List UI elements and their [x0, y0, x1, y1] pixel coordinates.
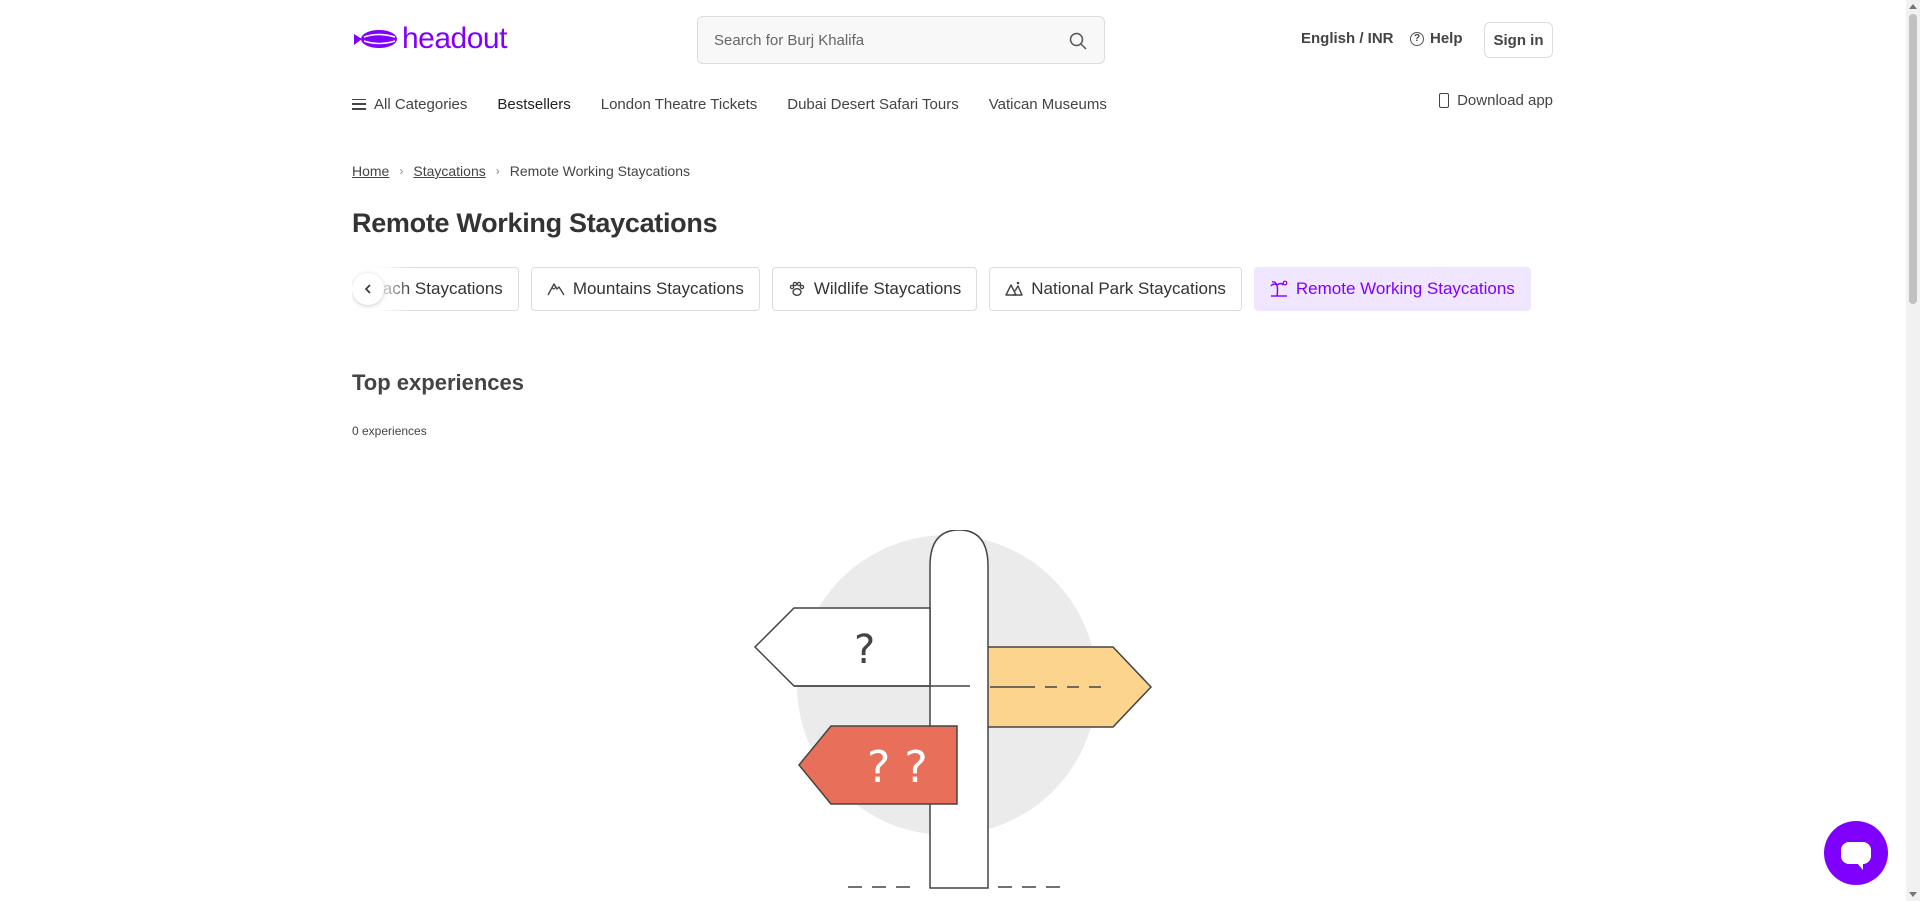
page-title: Remote Working Staycations — [352, 208, 718, 238]
nav-item-dubai-desert-safari[interactable]: Dubai Desert Safari Tours — [787, 96, 958, 113]
breadcrumb-home[interactable]: Home — [352, 163, 389, 179]
national-park-icon — [1005, 281, 1023, 296]
download-app-label: Download app — [1457, 92, 1553, 109]
chat-support-button[interactable] — [1824, 821, 1888, 885]
all-categories-menu[interactable]: All Categories — [352, 96, 467, 113]
scroll-left-button[interactable] — [352, 273, 384, 305]
search-bar[interactable] — [697, 16, 1105, 64]
chevron-left-icon — [364, 284, 371, 294]
chip-mountains-staycations[interactable]: Mountains Staycations — [530, 267, 760, 311]
bottom-sign-text: ? ? — [867, 742, 928, 793]
hamburger-icon — [352, 98, 366, 110]
breadcrumb-staycations[interactable]: Staycations — [413, 163, 485, 179]
language-currency-selector[interactable]: English / INR — [1301, 30, 1394, 47]
headout-logo[interactable]: headout — [352, 22, 507, 56]
sign-post — [929, 530, 989, 889]
chevron-right-icon: › — [495, 164, 500, 178]
left-sign-text: ? — [854, 627, 875, 673]
chevron-right-icon: › — [399, 164, 404, 178]
help-icon: ? — [1410, 31, 1424, 46]
phone-icon — [1439, 93, 1450, 108]
left-sign — [753, 607, 931, 687]
breadcrumb-current: Remote Working Staycations — [509, 163, 690, 179]
search-input[interactable] — [698, 17, 1038, 63]
nav-item-london-theatre[interactable]: London Theatre Tickets — [601, 96, 758, 113]
nav-item-vatican-museums[interactable]: Vatican Museums — [989, 96, 1107, 113]
paw-icon — [789, 281, 805, 296]
download-app-link[interactable]: Download app — [1439, 92, 1553, 109]
chip-wildlife-staycations[interactable]: Wildlife Staycations — [771, 267, 978, 311]
mountain-icon — [547, 283, 565, 296]
chip-label: Wildlife Staycations — [813, 279, 962, 298]
breadcrumb: Home › Staycations › Remote Working Stay… — [352, 163, 690, 179]
chat-bubble-icon — [1841, 842, 1871, 870]
scroll-down-arrow[interactable] — [1909, 892, 1917, 897]
page-scrollbar[interactable] — [1906, 0, 1920, 901]
logo-text: headout — [402, 22, 507, 55]
chip-national-park-staycations[interactable]: National Park Staycations — [989, 267, 1242, 311]
help-label: Help — [1430, 30, 1463, 47]
blimp-icon — [354, 30, 397, 48]
section-title: Top experiences — [352, 370, 524, 395]
chip-track: Beach Staycations Mountains Staycations … — [352, 267, 1543, 311]
scroll-thumb[interactable] — [1909, 14, 1917, 304]
chip-label: Remote Working Staycations — [1295, 279, 1515, 298]
search-icon[interactable] — [1068, 31, 1088, 51]
sign-in-button[interactable]: Sign in — [1484, 22, 1553, 58]
help-link[interactable]: ? Help — [1410, 30, 1463, 47]
chip-label: National Park Staycations — [1031, 279, 1226, 298]
scroll-up-arrow[interactable] — [1909, 4, 1917, 9]
main-nav: All Categories Bestsellers London Theatr… — [352, 92, 1553, 116]
signpost-illustration: ? ? ? — [753, 530, 1153, 889]
all-categories-label: All Categories — [374, 95, 468, 113]
palm-tree-icon — [1270, 280, 1288, 297]
chip-remote-working-staycations[interactable]: Remote Working Staycations — [1253, 267, 1531, 311]
experience-count: 0 experiences — [352, 424, 427, 438]
nav-item-bestsellers[interactable]: Bestsellers — [497, 96, 570, 113]
category-chips: Beach Staycations Mountains Staycations … — [352, 267, 1553, 311]
chip-label: Mountains Staycations — [572, 279, 744, 298]
site-header: headout English / INR ? Help Sign in All… — [0, 0, 1906, 160]
